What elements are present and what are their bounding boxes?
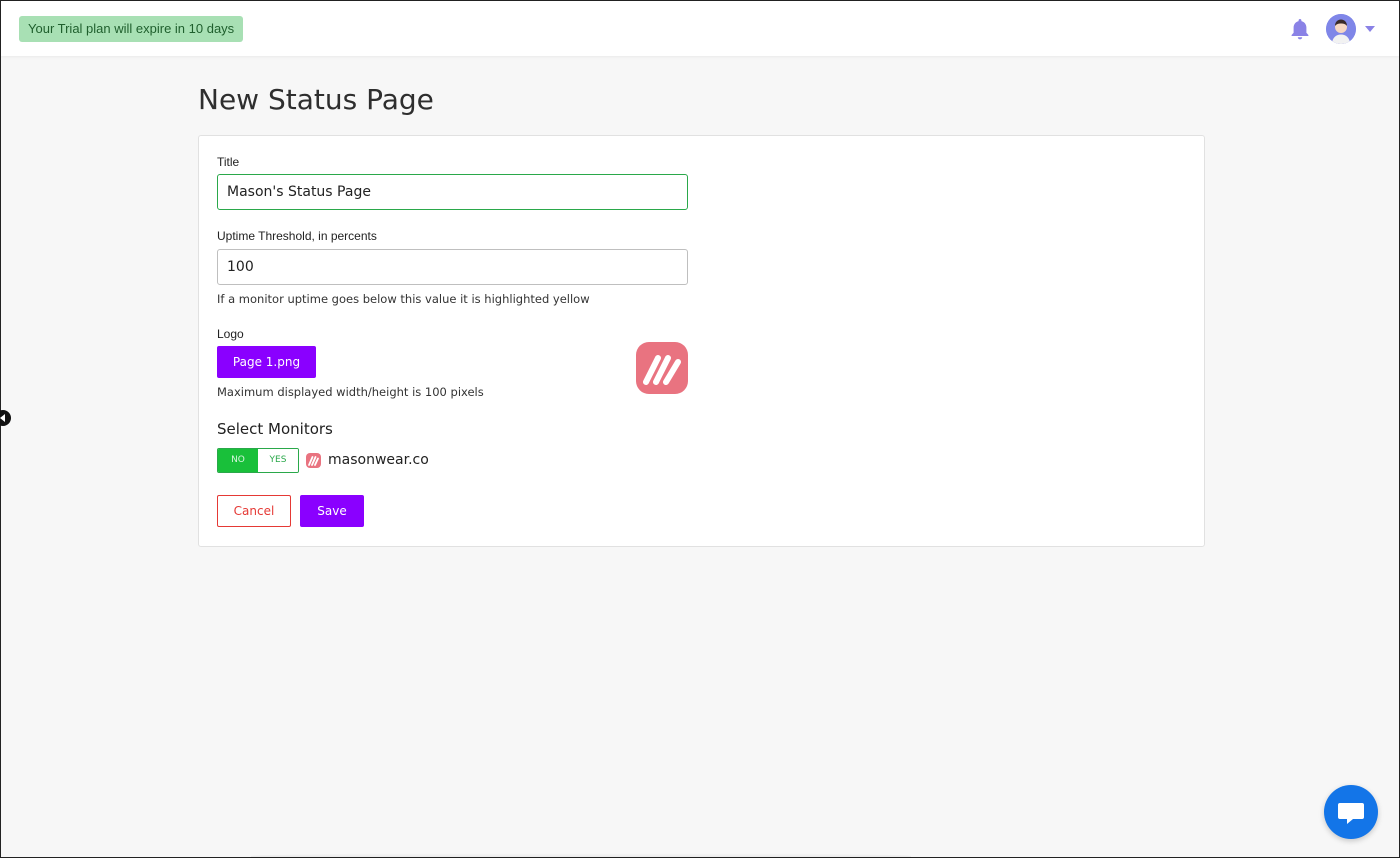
mason-logo-icon [643,355,681,385]
user-avatar-icon [1326,14,1356,44]
top-bar: Your Trial plan will expire in 10 days [1,1,1399,56]
chevron-left-icon[interactable] [0,410,11,426]
chat-button[interactable] [1324,785,1378,839]
monitor-favicon-icon [306,453,321,468]
avatar[interactable] [1326,14,1356,44]
logo-preview-image [636,342,688,394]
bottom-shadow [251,853,911,858]
title-label: Title [217,155,240,169]
threshold-help-text: If a monitor uptime goes below this valu… [217,292,590,306]
toggle-yes-option[interactable]: YES [258,449,298,472]
trial-notice-badge: Your Trial plan will expire in 10 days [19,16,244,42]
threshold-label: Uptime Threshold, in percents [217,229,377,243]
monitor-toggle[interactable]: NO YES [217,448,299,473]
toggle-no-option[interactable]: NO [218,449,258,472]
logo-upload-button[interactable]: Page 1.png [217,346,316,378]
select-monitors-heading: Select Monitors [217,420,333,438]
monitor-name: masonwear.co [328,452,429,468]
logo-help-text: Maximum displayed width/height is 100 pi… [217,385,484,399]
caret-down-icon[interactable] [1365,26,1375,32]
page-title: New Status Page [198,83,434,116]
status-page-form: Title Uptime Threshold, in percents If a… [198,135,1205,547]
bell-icon[interactable] [1288,17,1312,41]
save-button[interactable]: Save [300,495,364,527]
cancel-button[interactable]: Cancel [217,495,291,527]
title-input[interactable] [217,174,688,210]
uptime-threshold-input[interactable] [217,249,688,285]
logo-label: Logo [217,327,244,341]
chat-bubble-icon [1338,803,1364,824]
